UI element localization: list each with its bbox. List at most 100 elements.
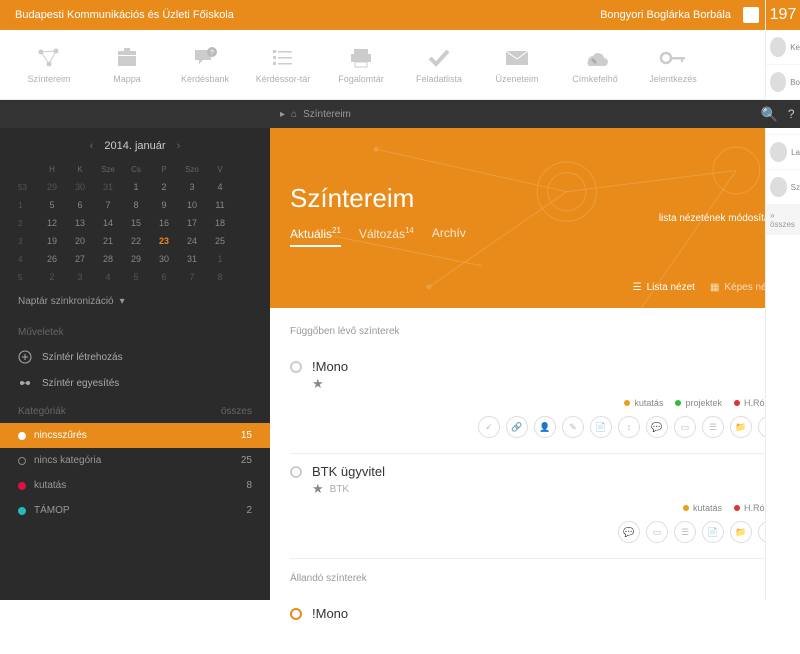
- cal-day[interactable]: 6: [66, 200, 94, 210]
- cal-day[interactable]: 5: [122, 272, 150, 282]
- tool-kerdesbank[interactable]: ? Kérdésbank: [166, 46, 244, 84]
- view-list[interactable]: ☰Lista nézet: [633, 282, 695, 293]
- cal-day[interactable]: 22: [122, 236, 150, 246]
- action-folder-icon[interactable]: 📁: [730, 521, 752, 543]
- space-name[interactable]: BTK ügyvitel: [312, 464, 385, 479]
- cal-day[interactable]: 12: [38, 218, 66, 228]
- tag[interactable]: kutatás: [683, 503, 722, 513]
- cat-all-link[interactable]: összes: [221, 406, 252, 417]
- cal-day[interactable]: 30: [150, 254, 178, 264]
- category-kutatas[interactable]: kutatás 8: [0, 473, 270, 498]
- cal-day[interactable]: 16: [150, 218, 178, 228]
- action-list-icon[interactable]: ☰: [702, 416, 724, 438]
- cal-day[interactable]: 7: [178, 272, 206, 282]
- cal-day[interactable]: 15: [122, 218, 150, 228]
- cal-day[interactable]: 4: [94, 272, 122, 282]
- action-edit-icon[interactable]: ✎: [562, 416, 584, 438]
- cal-day[interactable]: 8: [122, 200, 150, 210]
- cal-day[interactable]: 9: [150, 200, 178, 210]
- star-icon[interactable]: ★: [312, 376, 324, 392]
- calendar-prev[interactable]: ‹: [82, 140, 102, 152]
- cal-day[interactable]: 20: [66, 236, 94, 246]
- tool-szintereim[interactable]: Színtereim: [10, 46, 88, 84]
- person-item[interactable]: Sz: [766, 170, 800, 205]
- breadcrumb-home-icon[interactable]: ⌂: [291, 109, 297, 120]
- cal-day[interactable]: 3: [66, 272, 94, 282]
- cal-day[interactable]: 10: [178, 200, 206, 210]
- cal-day[interactable]: 18: [206, 218, 234, 228]
- space-name[interactable]: !Mono: [312, 359, 348, 374]
- cal-day[interactable]: 28: [94, 254, 122, 264]
- action-check-icon[interactable]: ✓: [478, 416, 500, 438]
- cal-day[interactable]: 6: [150, 272, 178, 282]
- view-modify-link[interactable]: lista nézetének módosítása: [659, 213, 780, 224]
- action-create-space[interactable]: Színtér létrehozás: [0, 344, 270, 370]
- space-radio[interactable]: [290, 608, 302, 620]
- category-nincsszures[interactable]: nincsszűrés 15: [0, 423, 270, 448]
- action-book-icon[interactable]: ▭: [646, 521, 668, 543]
- tag[interactable]: projektek: [675, 398, 722, 408]
- cal-day[interactable]: 19: [38, 236, 66, 246]
- tool-feladatlista[interactable]: Feladatlista: [400, 46, 478, 84]
- action-user-icon[interactable]: 👤: [534, 416, 556, 438]
- help-icon[interactable]: ?: [788, 107, 795, 121]
- cal-day[interactable]: 13: [66, 218, 94, 228]
- cal-day[interactable]: 4: [206, 182, 234, 192]
- cal-day[interactable]: 2: [38, 272, 66, 282]
- tool-uzeneteim[interactable]: Üzeneteim: [478, 46, 556, 84]
- star-icon[interactable]: ★: [312, 481, 324, 497]
- tool-fogalomtar[interactable]: Fogalomtár: [322, 46, 400, 84]
- breadcrumb-location[interactable]: Színtereim: [303, 109, 351, 120]
- cal-day[interactable]: 1: [122, 182, 150, 192]
- cal-day[interactable]: 29: [122, 254, 150, 264]
- space-radio[interactable]: [290, 466, 302, 478]
- cal-day[interactable]: 21: [94, 236, 122, 246]
- cal-day[interactable]: 31: [178, 254, 206, 264]
- category-tamop[interactable]: TÁMOP 2: [0, 498, 270, 523]
- search-icon[interactable]: 🔍: [760, 106, 777, 123]
- action-doc-icon[interactable]: 📄: [702, 521, 724, 543]
- tag[interactable]: kutatás: [624, 398, 663, 408]
- person-item[interactable]: Ke: [766, 30, 800, 65]
- user-name[interactable]: Bongyori Boglárka Borbála: [600, 9, 731, 21]
- person-item[interactable]: La: [766, 135, 800, 170]
- person-item[interactable]: Bo: [766, 65, 800, 100]
- cal-day[interactable]: 11: [206, 200, 234, 210]
- user-avatar-icon[interactable]: [743, 7, 759, 23]
- action-link-icon[interactable]: 🔗: [506, 416, 528, 438]
- action-doc-icon[interactable]: 📄: [590, 416, 612, 438]
- cal-day[interactable]: 7: [94, 200, 122, 210]
- space-radio[interactable]: [290, 361, 302, 373]
- action-folder-icon[interactable]: 📁: [730, 416, 752, 438]
- cal-day[interactable]: 1: [206, 254, 234, 264]
- right-panel-all[interactable]: » összes: [766, 205, 800, 235]
- calendar-next[interactable]: ›: [169, 140, 189, 152]
- action-book-icon[interactable]: ▭: [674, 416, 696, 438]
- category-nincs-kategoria[interactable]: nincs kategória 25: [0, 448, 270, 473]
- calendar-sync[interactable]: Naptár szinkronizáció ▾: [0, 286, 270, 317]
- cal-day[interactable]: 30: [66, 182, 94, 192]
- cal-day[interactable]: 17: [178, 218, 206, 228]
- cal-day[interactable]: 8: [206, 272, 234, 282]
- space-name[interactable]: !Mono: [312, 606, 348, 621]
- cal-day[interactable]: 3: [178, 182, 206, 192]
- action-list-icon[interactable]: ☰: [674, 521, 696, 543]
- tool-kerdessor[interactable]: Kérdéssor-tár: [244, 46, 322, 84]
- cal-day[interactable]: 14: [94, 218, 122, 228]
- tab-archiv[interactable]: Archív: [432, 226, 466, 247]
- cal-day[interactable]: 5: [38, 200, 66, 210]
- action-chat-icon[interactable]: 💬: [618, 521, 640, 543]
- action-sort-icon[interactable]: ↕: [618, 416, 640, 438]
- cal-day[interactable]: 24: [178, 236, 206, 246]
- action-merge-space[interactable]: Színtér egyesítés: [0, 370, 270, 396]
- action-chat-icon[interactable]: 💬: [646, 416, 668, 438]
- notification-badge[interactable]: 197: [766, 0, 800, 30]
- cal-day[interactable]: 29: [38, 182, 66, 192]
- tab-valtozas[interactable]: Változás14: [359, 226, 414, 247]
- tool-jelentkezes[interactable]: Jelentkezés: [634, 46, 712, 84]
- cal-day[interactable]: 2: [150, 182, 178, 192]
- cal-day[interactable]: 27: [66, 254, 94, 264]
- tool-mappa[interactable]: Mappa: [88, 46, 166, 84]
- cal-day[interactable]: 31: [94, 182, 122, 192]
- cal-day-today[interactable]: 23: [150, 236, 178, 246]
